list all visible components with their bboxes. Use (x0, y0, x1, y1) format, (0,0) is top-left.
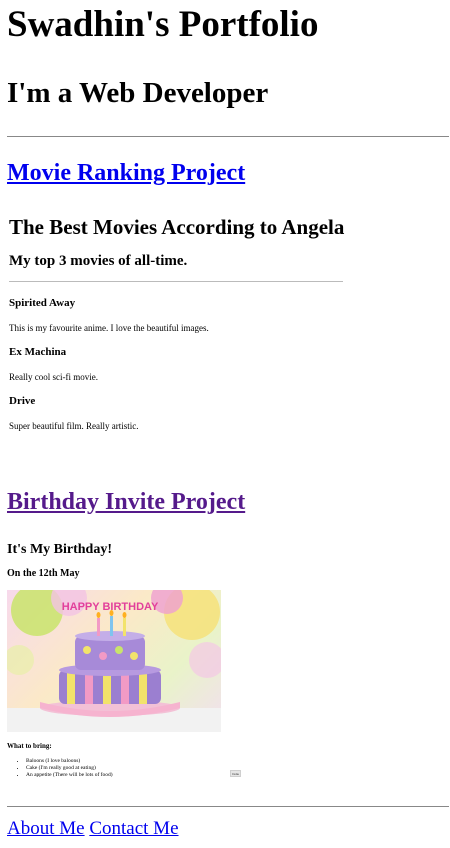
movie-title: Spirited Away (9, 297, 76, 309)
movie-description: This is my favourite anime. I love the b… (9, 323, 209, 333)
movie-preview-divider (9, 281, 343, 282)
movie-ranking-project-link[interactable]: Movie Ranking Project (7, 160, 245, 186)
movie-title: Ex Machina (9, 346, 67, 358)
birthday-cake-image: HAPPY BIRTHDAY (7, 590, 221, 732)
cake-banner-text: HAPPY BIRTHDAY (62, 601, 159, 613)
birthday-heading: It's My Birthday! (7, 542, 112, 557)
movie-description: Really cool sci-fi movie. (9, 372, 98, 382)
list-item: Baloons (I love baloons) (26, 758, 113, 765)
about-me-link[interactable]: About Me (7, 818, 85, 839)
what-to-bring-heading: What to bring: (7, 742, 52, 750)
page-title: Swadhin's Portfolio (7, 4, 319, 45)
list-item: Cake (I'm really good at eating) (26, 765, 113, 772)
birthday-date: On the 12th May (7, 568, 80, 579)
movie-title: Drive (9, 395, 36, 407)
movie-preview-heading: The Best Movies According to Angela (9, 215, 345, 239)
footer-nav: About Me Contact Me (7, 818, 179, 840)
rsvp-button[interactable]: Invite (230, 770, 241, 777)
bring-list: Baloons (I love baloons) Cake (I'm reall… (18, 758, 113, 779)
contact-me-link[interactable]: Contact Me (89, 818, 178, 839)
movie-description: Super beautiful film. Really artistic. (9, 421, 139, 431)
page-subtitle: I'm a Web Developer (7, 77, 269, 109)
movie-preview-subheading: My top 3 movies of all-time. (9, 253, 188, 269)
movie-project-link-wrap: Movie Ranking Project (7, 160, 245, 187)
movie-ranking-preview: The Best Movies According to Angela My t… (7, 208, 347, 431)
cake-illustration: HAPPY BIRTHDAY (7, 590, 221, 732)
birthday-invite-project-link[interactable]: Birthday Invite Project (7, 489, 245, 515)
birthday-project-link-wrap: Birthday Invite Project (7, 489, 245, 516)
list-item: An appetite (There will be lots of food) (26, 772, 113, 779)
bottom-divider (7, 806, 449, 807)
page: Swadhin's Portfolio I'm a Web Developer (0, 4, 450, 110)
top-divider (7, 136, 449, 137)
